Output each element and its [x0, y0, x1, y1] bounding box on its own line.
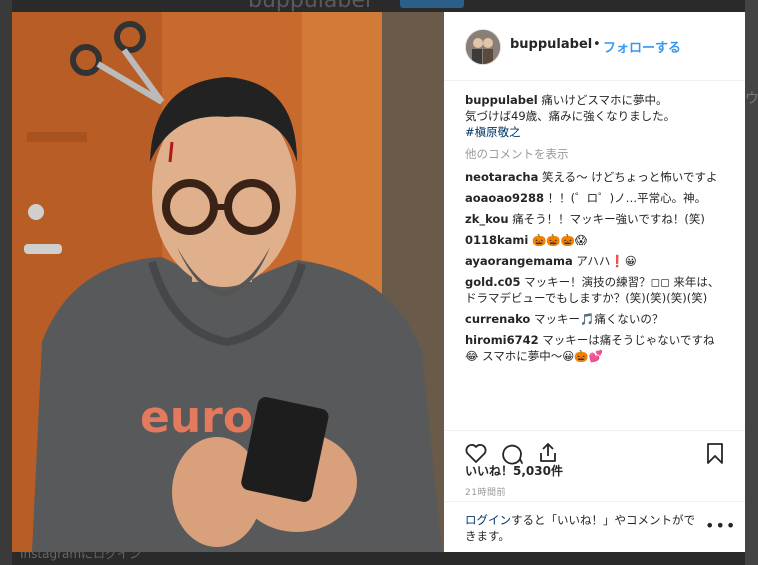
comment-username[interactable]: currenako — [465, 312, 530, 326]
comments-list[interactable]: buppulabel 痛いけどスマホに夢中。 気づけば49歳、痛みに強くなりまし… — [465, 92, 727, 430]
comment-username[interactable]: neotaracha — [465, 170, 538, 184]
post-timestamp: 21時間前 — [465, 488, 506, 498]
backdrop-left-strip — [0, 0, 12, 565]
comment-username[interactable]: ayaorangemama — [465, 254, 573, 268]
caption: buppulabel 痛いけどスマホに夢中。 気づけば49歳、痛みに強くなりまし… — [465, 92, 727, 140]
comment-item: zk_kou 痛そう！！マッキー強いですね！(笑) — [465, 211, 727, 227]
caption-hashtag[interactable]: #槇原敬之 — [465, 125, 521, 139]
post-username[interactable]: buppulabel — [510, 37, 592, 52]
separator-dot: • — [593, 37, 601, 52]
post-detail-panel: buppulabel • フォローする buppulabel 痛いけどスマホに夢… — [444, 12, 745, 552]
comment-text: アハハ❗😀 — [576, 254, 637, 268]
caption-username[interactable]: buppulabel — [465, 93, 538, 107]
comment-text: ！！(゜ロ゜)ノ…平常心。神。 — [547, 191, 707, 205]
backdrop-right-strip — [745, 0, 758, 565]
login-link[interactable]: ログイン — [465, 513, 511, 527]
caption-line-1: 痛いけどスマホに夢中。 — [541, 93, 668, 107]
login-prompt: ログインすると「いいね！」やコメントができます。 ••• — [444, 501, 745, 553]
login-prompt-text: ログインすると「いいね！」やコメントができます。 — [465, 512, 695, 544]
photo-illustration: europa — [12, 12, 444, 552]
comment-username[interactable]: hiromi6742 — [465, 333, 539, 347]
comment-text: 痛そう！！マッキー強いですね！(笑) — [512, 212, 705, 226]
comment-item: hiromi6742 マッキーは痛そうじゃないですね😂 スマホに夢中〜😀🎃💕 — [465, 332, 727, 364]
follow-button[interactable]: フォローする — [603, 37, 681, 56]
comment-username[interactable]: aoaoao9288 — [465, 191, 544, 205]
backdrop-right-text: ウ — [745, 91, 758, 107]
more-options-button[interactable]: ••• — [705, 516, 736, 535]
post-header: buppulabel • フォローする — [444, 12, 745, 81]
comment-item: neotaracha 笑える〜 けどちょっと怖いですよ — [465, 169, 727, 185]
likes-count[interactable]: いいね！5,030件 — [465, 462, 563, 479]
caption-line-2: 気づけば49歳、痛みに強くなりました。 — [465, 109, 676, 123]
comment-text: 笑える〜 けどちょっと怖いですよ — [542, 170, 718, 184]
avatar[interactable] — [465, 29, 501, 65]
avatar-image — [466, 30, 500, 64]
comment-item: ayaorangemama アハハ❗😀 — [465, 253, 727, 269]
comment-item: gold.c05 マッキー！演技の練習？◻︎◻︎ 来年は、ドラマデビューでもしま… — [465, 274, 727, 306]
comment-text: マッキー🎵痛くないの？ — [534, 312, 664, 326]
comment-item: currenako マッキー🎵痛くないの？ — [465, 311, 727, 327]
comment-username[interactable]: zk_kou — [465, 212, 509, 226]
comment-username[interactable]: gold.c05 — [465, 275, 521, 289]
backdrop-follow-button — [400, 0, 464, 8]
bookmark-icon[interactable] — [703, 441, 727, 465]
comment-username[interactable]: 0118kami — [465, 233, 528, 247]
comment-text: 🎃🎃🎃😱 — [532, 233, 587, 247]
post-photo[interactable]: europa — [12, 12, 444, 552]
comment-item: aoaoao9288 ！！(゜ロ゜)ノ…平常心。神。 — [465, 190, 727, 206]
load-more-comments-button[interactable]: 他のコメントを表示 — [465, 146, 727, 162]
comment-item: 0118kami 🎃🎃🎃😱 — [465, 232, 727, 248]
